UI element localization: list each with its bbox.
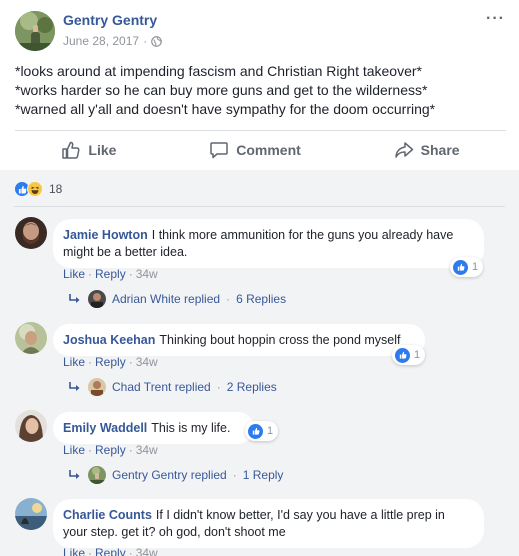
post-actions-bar: Like Comment Share — [15, 131, 506, 169]
post-date[interactable]: June 28, 2017 — [63, 34, 139, 48]
comment-text: I think more ammunition for the guns you… — [151, 228, 454, 242]
comment-time[interactable]: 34w — [136, 443, 158, 457]
more-options-icon[interactable]: ··· — [486, 10, 505, 28]
comment-avatar[interactable] — [15, 217, 47, 249]
like-button-label: Like — [88, 142, 117, 158]
comment-button-label: Comment — [236, 142, 301, 158]
comment-like-count: 1 — [267, 425, 274, 437]
commenter-name[interactable]: Joshua Keehan — [63, 333, 155, 347]
share-button-label: Share — [420, 142, 460, 158]
comment-reply-link[interactable]: Reply — [95, 355, 126, 369]
share-icon — [394, 142, 413, 158]
comment-like-link[interactable]: Like — [63, 443, 85, 457]
replied-by: Gentry Gentry replied — [112, 468, 227, 482]
reply-arrow-icon — [69, 382, 80, 391]
post-card: Gentry Gentry June 28, 2017 · ··· *looks… — [0, 0, 519, 170]
comment-actions: Like · Reply · 34w — [63, 546, 158, 556]
comment-bubble: Emily Waddell This is my life. — [53, 412, 254, 444]
comment-avatar[interactable] — [15, 498, 47, 530]
post-line: *looks around at impending fascism and C… — [15, 63, 422, 79]
commenter-name[interactable]: Jamie Howton — [63, 228, 148, 242]
comment-like-link[interactable]: Like — [63, 267, 85, 281]
post-author-avatar[interactable] — [15, 11, 55, 51]
haha-reaction-icon — [27, 181, 43, 197]
comment-like-badge[interactable]: 1 — [245, 421, 279, 441]
like-reaction-icon — [395, 347, 410, 363]
comment-actions: Like · Reply · 34w — [63, 355, 158, 369]
view-replies[interactable]: Adrian White replied · 6 Replies — [68, 290, 286, 308]
comment-reply-link[interactable]: Reply — [95, 267, 126, 281]
reply-avatar — [88, 466, 106, 484]
share-button[interactable]: Share — [394, 140, 460, 160]
comment-bubble: Joshua Keehan Thinking bout hoppin cross … — [53, 324, 425, 356]
comment-actions: Like · Reply · 34w — [63, 443, 158, 457]
reactions-summary[interactable]: 18 — [14, 181, 62, 197]
comment-like-link[interactable]: Like — [63, 355, 85, 369]
like-reaction-icon — [248, 423, 263, 439]
comment-avatar[interactable] — [15, 410, 47, 442]
comment-time[interactable]: 34w — [136, 267, 158, 281]
comment-like-count: 1 — [414, 349, 421, 361]
comment-time[interactable]: 34w — [136, 355, 158, 369]
comment-button[interactable]: Comment — [209, 140, 301, 160]
comment-text: might be a better idea. — [63, 245, 188, 259]
reply-count: 6 Replies — [236, 292, 287, 306]
view-replies[interactable]: Gentry Gentry replied · 1 Reply — [68, 466, 283, 484]
reaction-count: 18 — [49, 182, 63, 196]
reply-count: 2 Replies — [226, 380, 277, 394]
comment-like-badge[interactable]: 1 — [450, 257, 484, 277]
comment-avatar[interactable] — [15, 322, 47, 354]
comment-reply-link[interactable]: Reply — [95, 443, 126, 457]
comment-text: This is my life. — [151, 421, 231, 435]
reply-arrow-icon — [69, 294, 80, 303]
comment-actions: Like · Reply · 34w — [63, 267, 158, 281]
like-icon — [62, 141, 80, 159]
reply-count: 1 Reply — [242, 468, 284, 482]
comment-bubble: Charlie Counts If I didn't know better, I… — [53, 499, 484, 548]
reply-avatar — [88, 378, 106, 396]
reply-avatar — [88, 290, 106, 308]
replied-by: Chad Trent replied — [112, 380, 211, 394]
post-text: *looks around at impending fascism and C… — [15, 62, 510, 119]
comment-reply-link[interactable]: Reply — [95, 546, 126, 556]
comment-time[interactable]: 34w — [136, 546, 158, 556]
replied-by: Adrian White replied — [112, 292, 221, 306]
post-line: *warned all y'all and doesn't have sympa… — [15, 101, 436, 117]
comment-icon — [210, 142, 228, 159]
view-replies[interactable]: Chad Trent replied · 2 Replies — [68, 378, 277, 396]
globe-icon — [151, 35, 162, 47]
commenter-name[interactable]: Charlie Counts — [63, 508, 152, 522]
commenter-name[interactable]: Emily Waddell — [63, 421, 147, 435]
comment-text: Thinking bout hoppin cross the pond myse… — [159, 333, 401, 347]
like-reaction-icon — [453, 259, 468, 275]
post-author-name[interactable]: Gentry Gentry — [63, 12, 157, 28]
comment-like-link[interactable]: Like — [63, 546, 85, 556]
comment-text: your step. get it? oh god, don't shoot m… — [63, 525, 286, 539]
like-button[interactable]: Like — [61, 140, 116, 160]
comment-like-count: 1 — [472, 261, 479, 273]
comment-like-badge[interactable]: 1 — [392, 345, 426, 365]
comments-divider — [14, 206, 505, 207]
reply-arrow-icon — [69, 470, 80, 479]
comment-text: If I didn't know better, I'd say you hav… — [155, 508, 445, 522]
meta-separator: · — [143, 34, 148, 48]
comment-bubble: Jamie Howton I think more ammunition for … — [53, 219, 484, 268]
post-meta: June 28, 2017 · — [63, 34, 162, 48]
post-line: *works harder so he can buy more guns an… — [15, 82, 428, 98]
